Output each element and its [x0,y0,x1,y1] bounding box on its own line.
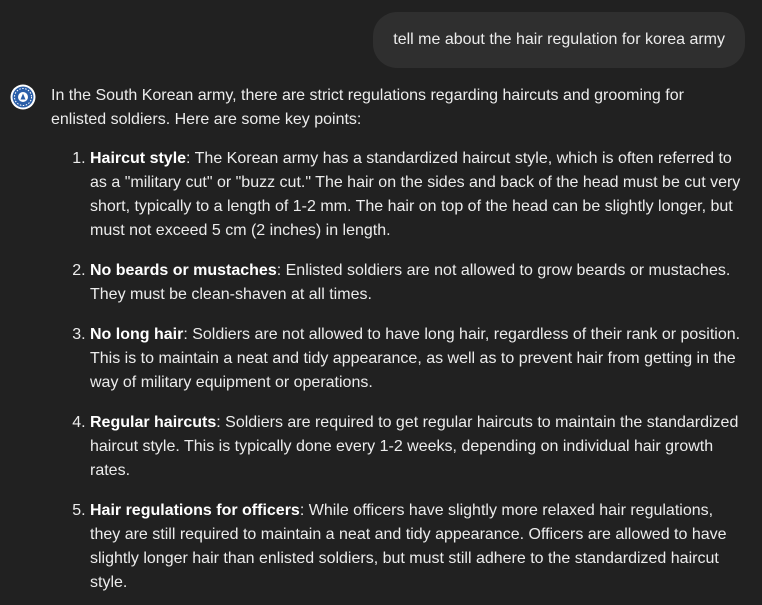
list-item-term: Haircut style [90,150,187,167]
list-item: Regular haircuts: Soldiers are required … [90,411,741,483]
list-item-text: : Soldiers are not allowed to have long … [90,326,741,391]
list-item-text: : The Korean army has a standardized hai… [90,150,741,239]
list-item: No long hair: Soldiers are not allowed t… [90,323,741,395]
user-message-text: tell me about the hair regulation for ko… [393,31,725,48]
list-item: Hair regulations for officers: While off… [90,499,741,595]
user-message-bubble: tell me about the hair regulation for ko… [373,12,745,68]
assistant-message: In the South Korean army, there are stri… [51,84,741,605]
list-item-term: Hair regulations for officers [90,502,300,519]
list-item: Haircut style: The Korean army has a sta… [90,147,741,243]
assistant-intro: In the South Korean army, there are stri… [51,87,684,128]
list-item-term: No beards or mustaches [90,262,277,279]
list-item-term: Regular haircuts [90,414,217,431]
list-item: No beards or mustaches: Enlisted soldier… [90,259,741,307]
assistant-logo-icon [10,84,36,110]
regulation-list: Haircut style: The Korean army has a sta… [51,147,741,595]
list-item-term: No long hair [90,326,184,343]
